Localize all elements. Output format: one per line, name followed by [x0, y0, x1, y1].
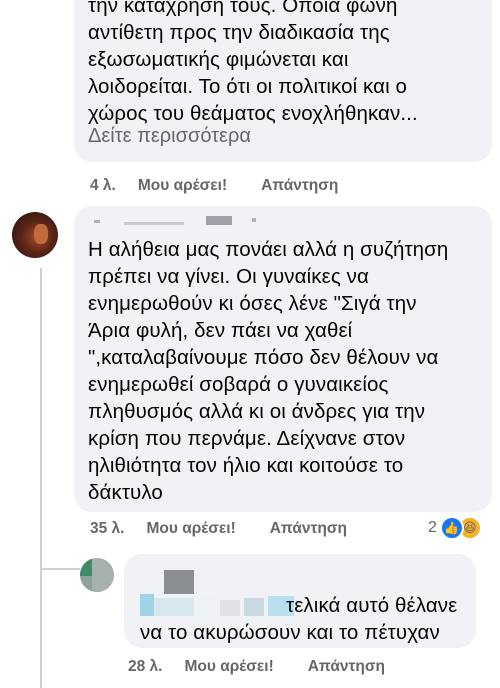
like-button[interactable]: Μου αρέσει! [138, 177, 227, 195]
thread-line [40, 268, 42, 688]
author-name-redacted [164, 570, 194, 594]
thread-line [40, 568, 80, 570]
reply-button[interactable]: Απάντηση [308, 658, 385, 676]
reply-button[interactable]: Απάντηση [261, 177, 338, 195]
comment-actions: 35 λ. Μου αρέσει! Απάντηση [90, 520, 381, 538]
reaction-summary[interactable]: 2 👍 😆 [428, 516, 482, 540]
comment-actions: 28 λ. Μου αρέσει! Απάντηση [128, 658, 419, 676]
reply-button[interactable]: Απάντηση [270, 520, 347, 538]
reaction-count: 2 [428, 519, 437, 536]
comment-timestamp[interactable]: 4 λ. [90, 177, 116, 195]
like-button[interactable]: Μου αρέσει! [146, 520, 235, 538]
comment-bubble: Η αλήθεια μας πονάει αλλά η συζήτηση πρέ… [74, 206, 492, 512]
comment-text: τελικά αυτό θέλανε [286, 594, 458, 617]
see-more-link[interactable]: Δείτε περισσότερα [88, 125, 478, 148]
author-name-redacted [94, 216, 264, 228]
like-icon: 👍 [439, 516, 464, 540]
comment-timestamp[interactable]: 35 λ. [90, 520, 124, 538]
comment-actions: 4 λ. Μου αρέσει! Απάντηση [90, 177, 372, 195]
comment-bubble: την καταχρηση τους. Οποία φωνή αντίθετη … [74, 0, 492, 162]
avatar[interactable] [80, 558, 114, 592]
comment-text: να το ακυρώσουν και το πέτυχαν [140, 621, 440, 644]
comment-bubble: τελικά αυτό θέλανε να το ακυρώσουν και τ… [124, 554, 476, 648]
like-button[interactable]: Μου αρέσει! [184, 658, 273, 676]
comment-text: Η αλήθεια μας πονάει αλλά η συζήτηση πρέ… [88, 238, 449, 504]
comment-timestamp[interactable]: 28 λ. [128, 658, 162, 676]
text-redacted [140, 594, 300, 616]
avatar[interactable] [12, 212, 58, 258]
comment-text: την καταχρηση τους. Οποία φωνή αντίθετη … [88, 0, 418, 125]
